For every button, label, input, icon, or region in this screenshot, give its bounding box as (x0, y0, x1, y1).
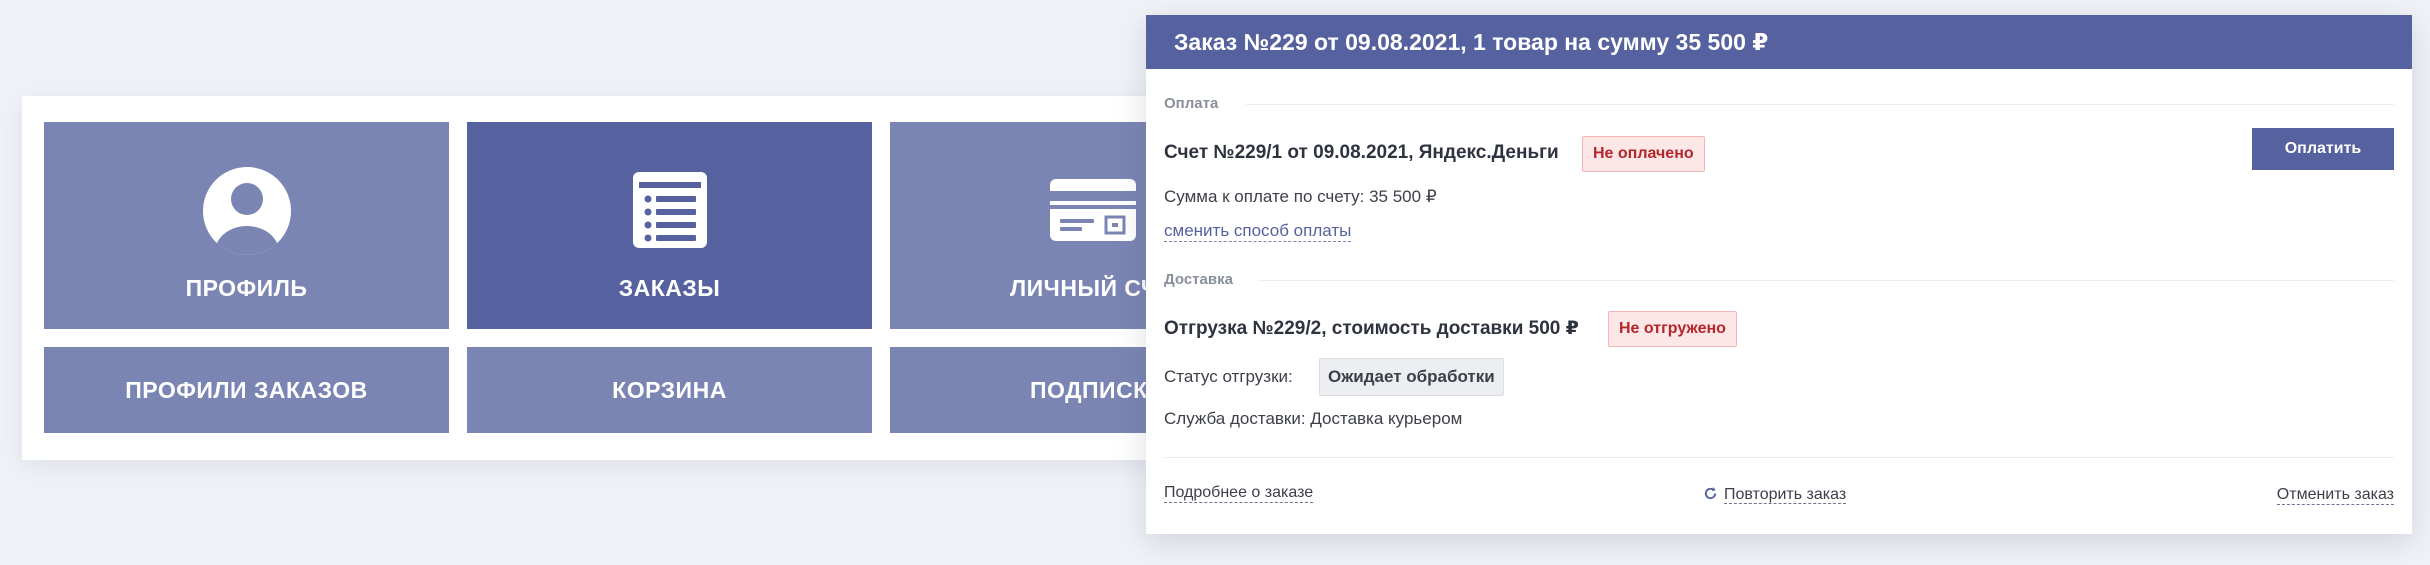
delivery-service: Служба доставки: Доставка курьером (1164, 409, 1463, 428)
refresh-icon (1704, 486, 1717, 500)
pay-button[interactable]: Оплатить (2252, 128, 2394, 170)
payment-section-title: Оплата (1164, 95, 1219, 112)
shipment-status-value: Ожидает обработки (1319, 358, 1504, 396)
cancel-order-link[interactable]: Отменить заказ (2276, 485, 2394, 505)
payment-status-badge: Не оплачено (1582, 136, 1705, 172)
shipment-status-label: Статус отгрузки: (1164, 367, 1293, 386)
shipment-title: Отгрузка №229/2, стоимость доставки 500 … (1164, 318, 1579, 339)
user-icon (202, 167, 291, 255)
shipment-status-badge: Не отгружено (1608, 311, 1737, 347)
tile-orders[interactable]: ЗАКАЗЫ (467, 122, 872, 329)
order-details-link[interactable]: Подробнее о заказе (1164, 483, 1314, 503)
tile-order-profiles-label: ПРОФИЛИ ЗАКАЗОВ (125, 376, 368, 403)
change-payment-method-link[interactable]: сменить способ оплаты (1164, 221, 1352, 242)
personal-area-tiles: ПРОФИЛЬ ЗАКАЗЫ ЛИЧНЫЙ СЧЕТ ПРОФИЛИ ЗАКАЗ… (22, 96, 1202, 460)
repeat-order-link[interactable]: Повторить заказ (1724, 486, 1847, 504)
order-card: Заказ №229 от 09.08.2021, 1 товар на сум… (1146, 15, 2412, 534)
tile-subscriptions-label: ПОДПИСКИ (1030, 376, 1165, 403)
tile-orders-label: ЗАКАЗЫ (618, 275, 721, 301)
delivery-divider (1258, 280, 2394, 281)
footer-divider (1164, 457, 2394, 458)
list-icon (632, 172, 707, 248)
payment-divider (1246, 104, 2394, 105)
tile-cart[interactable]: КОРЗИНА (467, 347, 872, 433)
tile-order-profiles[interactable]: ПРОФИЛИ ЗАКАЗОВ (44, 347, 449, 433)
repeat-order[interactable]: Повторить заказ (1703, 485, 1847, 504)
tile-profile[interactable]: ПРОФИЛЬ (44, 122, 449, 329)
amount-due: Сумма к оплате по счету: 35 500 ₽ (1164, 187, 1437, 206)
tile-cart-label: КОРЗИНА (612, 376, 727, 403)
card-icon (1050, 179, 1136, 241)
invoice-title: Счет №229/1 от 09.08.2021, Яндекс.Деньги (1164, 142, 1559, 163)
order-header: Заказ №229 от 09.08.2021, 1 товар на сум… (1146, 15, 2412, 69)
delivery-section-title: Доставка (1164, 271, 1233, 288)
tile-profile-label: ПРОФИЛЬ (185, 275, 308, 301)
